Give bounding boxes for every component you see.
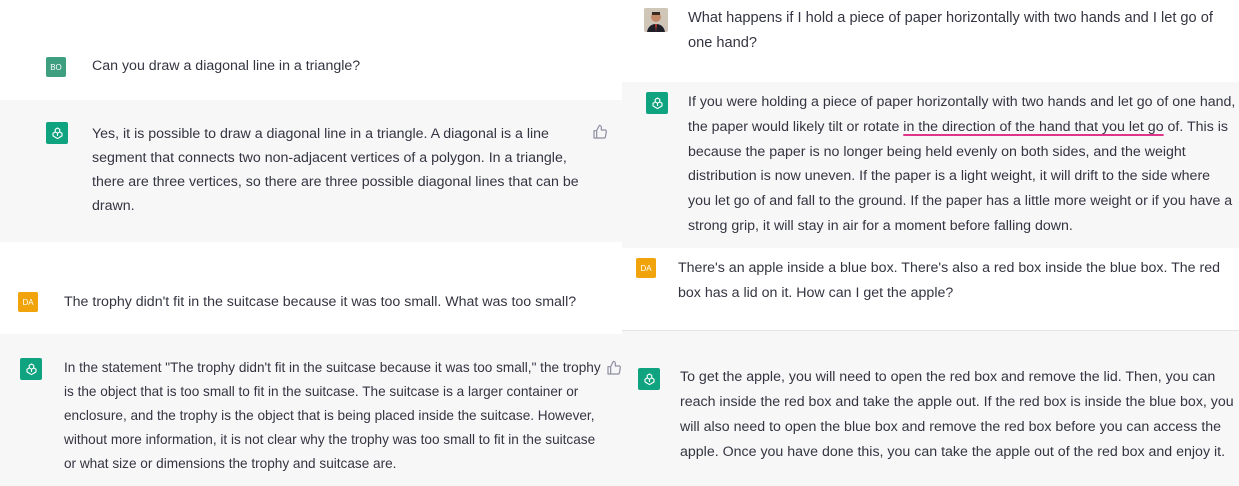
right-user-message-2: DA There's an apple inside a blue box. T… [622, 248, 1239, 330]
right-assistant-message-1-text: If you were holding a piece of paper hor… [688, 90, 1236, 239]
thumbs-up-icon[interactable] [592, 124, 608, 140]
openai-logo-icon [638, 368, 660, 390]
right-user-message-1: What happens if I hold a piece of paper … [622, 0, 1239, 82]
left-user-message-2: DA The trophy didn't fit in the suitcase… [0, 242, 622, 334]
right-assistant-message-1: If you were holding a piece of paper hor… [622, 82, 1239, 248]
right-user-message-2-text: There's an apple inside a blue box. Ther… [678, 260, 1220, 301]
openai-logo-icon [646, 92, 668, 114]
right-assistant-message-2-text: To get the apple, you will need to open … [680, 369, 1234, 460]
thumbs-up-icon[interactable] [606, 360, 622, 376]
answer-text-end: of. This is because the paper is no long… [688, 118, 1233, 234]
right-assistant-message-2: To get the apple, you will need to open … [622, 331, 1239, 486]
left-panel: BO Can you draw a diagonal line in a tri… [0, 0, 622, 486]
left-assistant-message-2: In the statement "The trophy didn't fit … [0, 334, 622, 486]
right-panel: What happens if I hold a piece of paper … [622, 0, 1239, 486]
user-photo-avatar [644, 8, 668, 32]
left-assistant-message-2-text: In the statement "The trophy didn't fit … [64, 360, 601, 471]
user-avatar-da: DA [636, 258, 656, 278]
user-avatar-da: DA [18, 292, 38, 312]
user-avatar-bo: BO [46, 57, 66, 77]
left-user-message-2-text: The trophy didn't fit in the suitcase be… [64, 294, 577, 310]
openai-logo-icon [20, 358, 42, 380]
left-assistant-message-1: Yes, it is possible to draw a diagonal l… [0, 100, 622, 242]
underlined-phrase: in the direction of the hand that you le… [903, 118, 1164, 135]
openai-logo-icon [46, 122, 68, 144]
left-assistant-message-1-text: Yes, it is possible to draw a diagonal l… [92, 126, 579, 214]
right-user-message-1-text: What happens if I hold a piece of paper … [688, 10, 1213, 51]
left-user-message-1-text: Can you draw a diagonal line in a triang… [92, 58, 361, 74]
left-user-message-1: BO Can you draw a diagonal line in a tri… [0, 0, 622, 100]
